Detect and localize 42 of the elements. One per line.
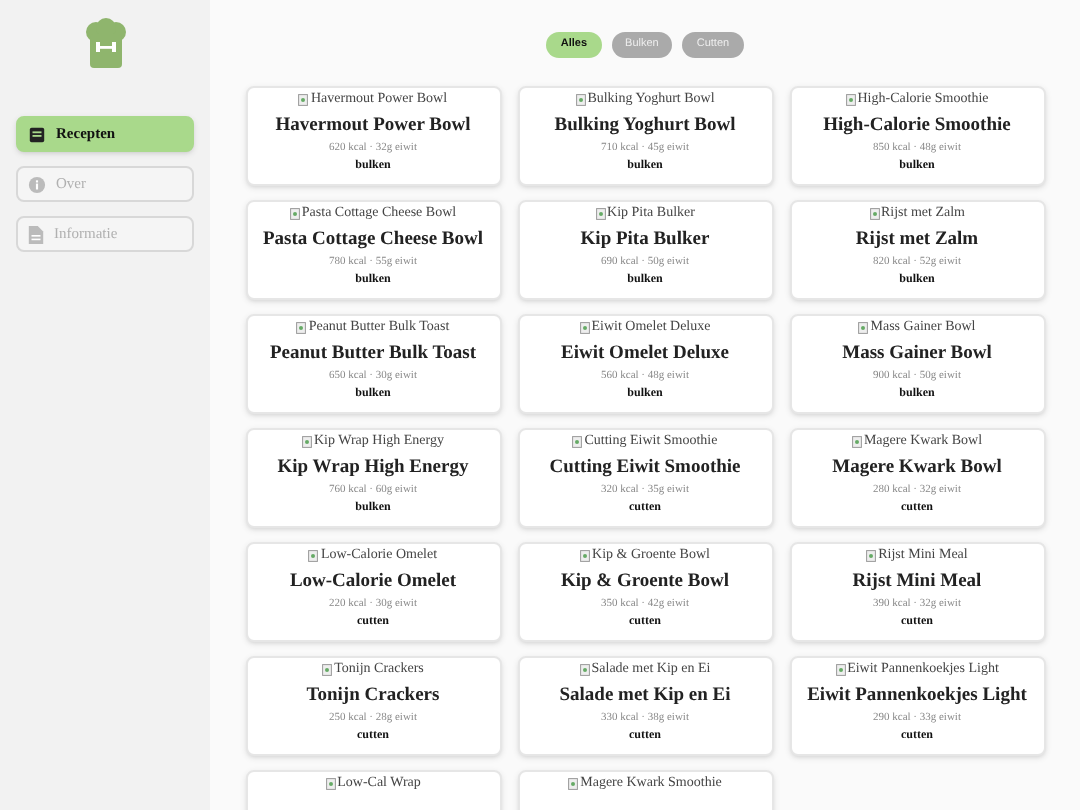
broken-image-icon	[289, 207, 300, 219]
broken-image-icon	[302, 435, 312, 447]
recipe-title: High-Calorie Smoothie	[823, 114, 1011, 138]
broken-image-icon	[325, 777, 336, 789]
recipe-title: Rijst Mini Meal	[852, 570, 982, 594]
recipe-title: Eiwit Pannenkoekjes Light	[807, 684, 1027, 708]
recipe-title: Cutting Eiwit Smoothie	[549, 456, 741, 480]
broken-image-icon	[296, 321, 307, 333]
broken-image-icon	[322, 663, 333, 675]
broken-image-icon	[869, 207, 879, 219]
recipe-title: Magere Kwark Bowl	[832, 456, 1002, 480]
broken-image-icon	[579, 321, 590, 333]
broken-image-icon	[575, 93, 586, 105]
broken-image-icon	[845, 93, 856, 105]
broken-image-icon	[866, 549, 877, 561]
recipe-title: Havermout Power Bowl	[275, 114, 471, 138]
recipe-title: Salade met Kip en Ei	[559, 684, 731, 708]
book-icon	[28, 125, 46, 143]
recipe-title: Kip Pita Bulker	[580, 228, 710, 252]
recipe-title: Rijst met Zalm	[855, 228, 979, 252]
broken-image-icon	[858, 321, 869, 333]
broken-image-icon	[572, 435, 583, 447]
recipe-title: Eiwit Omelet Deluxe	[561, 342, 729, 366]
broken-image-icon	[595, 207, 606, 219]
recipe-title: Kip & Groente Bowl	[560, 570, 729, 594]
recipe-title: Mass Gainer Bowl	[842, 342, 992, 366]
info-icon	[28, 175, 46, 193]
recipe-title: Bulking Yoghurt Bowl	[554, 114, 736, 138]
broken-image-icon	[835, 663, 846, 675]
broken-image-icon	[308, 549, 319, 561]
chef-hat-dumbbell-logo	[83, 18, 127, 70]
broken-image-icon	[568, 777, 579, 789]
broken-image-icon	[298, 93, 309, 105]
recipe-title: Tonijn Crackers	[306, 684, 440, 708]
recipe-title: Low-Calorie Omelet	[289, 570, 457, 594]
broken-image-icon	[851, 435, 862, 447]
broken-image-icon	[580, 549, 591, 561]
recipe-title: Pasta Cottage Cheese Bowl	[262, 228, 484, 252]
recipe-title: Kip Wrap High Energy	[277, 456, 469, 480]
recipe-title: Peanut Butter Bulk Toast	[269, 342, 477, 366]
file-icon	[28, 225, 44, 243]
broken-image-icon	[579, 663, 590, 675]
